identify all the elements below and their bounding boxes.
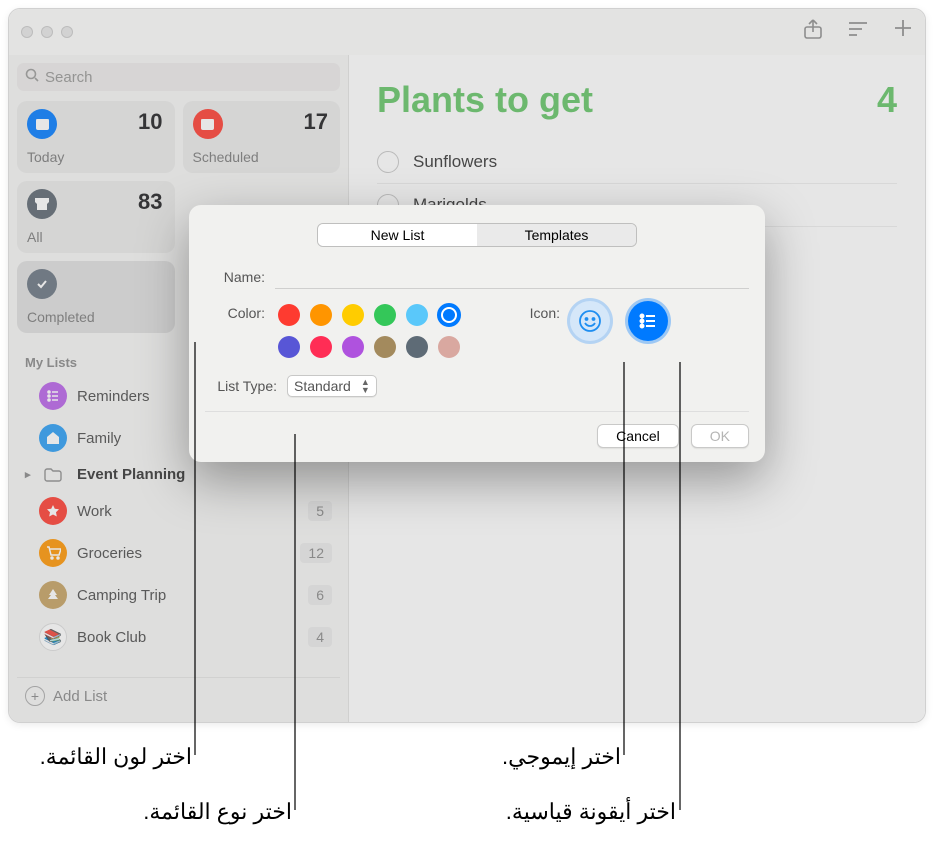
color-swatch[interactable] — [406, 336, 428, 358]
smart-list-today[interactable]: 10 Today — [17, 101, 175, 173]
card-label: All — [27, 229, 43, 245]
color-swatch[interactable] — [310, 336, 332, 358]
sidebar-list-book-club[interactable]: 📚 Book Club 4 — [17, 617, 340, 657]
share-icon[interactable] — [803, 18, 823, 46]
list-label: Groceries — [77, 545, 142, 562]
smart-list-scheduled[interactable]: 17 Scheduled — [183, 101, 341, 173]
color-swatch[interactable] — [374, 304, 396, 326]
color-swatch[interactable] — [278, 336, 300, 358]
dialog-tabs: New List Templates — [317, 223, 637, 247]
ok-button[interactable]: OK — [691, 424, 749, 448]
plus-icon: + — [25, 686, 45, 706]
card-icon — [27, 189, 57, 219]
list-count: 4 — [877, 79, 897, 121]
name-field[interactable] — [275, 265, 749, 289]
search-placeholder: Search — [45, 69, 93, 86]
icon-label: Icon: — [520, 301, 570, 321]
sort-icon[interactable] — [847, 18, 869, 46]
callout-choose-color: اختر لون القائمة. — [40, 744, 192, 770]
card-count: 17 — [304, 109, 328, 135]
color-swatch[interactable] — [342, 304, 364, 326]
add-list-button[interactable]: + Add List — [17, 677, 340, 714]
list-icon: 📚 — [39, 623, 67, 651]
reminder-title: Sunflowers — [413, 152, 497, 172]
list-count: 12 — [300, 543, 332, 563]
sidebar-list-work[interactable]: Work 5 — [17, 491, 340, 531]
smart-list-completed[interactable]: Completed — [17, 261, 175, 333]
list-type-value: Standard — [294, 378, 351, 394]
folder-icon — [39, 468, 67, 482]
callout-choose-type: اختر نوع القائمة. — [143, 799, 292, 825]
list-count: 4 — [308, 627, 332, 647]
list-label: Reminders — [77, 388, 150, 405]
name-label: Name: — [205, 265, 275, 285]
tab-new-list[interactable]: New List — [318, 224, 477, 246]
card-label: Today — [27, 149, 64, 165]
emoji-icon-button[interactable] — [570, 301, 610, 341]
color-swatch[interactable] — [438, 304, 460, 326]
card-icon — [193, 109, 223, 139]
color-swatch[interactable] — [342, 336, 364, 358]
card-count: 10 — [138, 109, 162, 135]
color-swatch[interactable] — [438, 336, 460, 358]
sidebar-list-camping-trip[interactable]: Camping Trip 6 — [17, 575, 340, 615]
select-arrows-icon: ▲▼ — [361, 378, 370, 394]
tab-templates[interactable]: Templates — [477, 224, 636, 246]
card-count: 83 — [138, 189, 162, 215]
list-icon — [39, 581, 67, 609]
list-label: Book Club — [77, 629, 146, 646]
add-list-label: Add List — [53, 688, 107, 705]
card-label: Completed — [27, 309, 95, 325]
standard-icon-button[interactable] — [628, 301, 668, 341]
callout-choose-emoji: اختر إيموجي. — [502, 744, 621, 770]
cancel-button[interactable]: Cancel — [597, 424, 679, 448]
card-icon — [27, 109, 57, 139]
zoom-window-icon[interactable] — [61, 26, 73, 38]
list-label: Camping Trip — [77, 587, 166, 604]
close-window-icon[interactable] — [21, 26, 33, 38]
app-window: Search 10 Today 17 Scheduled 83 All Comp… — [8, 8, 926, 723]
color-label: Color: — [205, 301, 275, 361]
color-swatches — [275, 301, 463, 361]
reminder-item[interactable]: Sunflowers — [377, 141, 897, 184]
list-label: Family — [77, 430, 121, 447]
card-icon — [27, 269, 57, 299]
search-icon — [25, 68, 39, 86]
list-title: Plants to get — [377, 79, 897, 121]
color-swatch[interactable] — [374, 336, 396, 358]
list-type-select[interactable]: Standard ▲▼ — [287, 375, 377, 397]
chevron-right-icon[interactable]: ▸ — [25, 468, 35, 481]
callout-choose-standard-icon: اختر أيقونة قياسية. — [506, 799, 676, 825]
color-swatch[interactable] — [278, 304, 300, 326]
new-list-dialog: New List Templates Name: Color: Icon: — [189, 205, 765, 462]
card-label: Scheduled — [193, 149, 259, 165]
list-icon — [39, 424, 67, 452]
list-label: Work — [77, 503, 112, 520]
search-input[interactable]: Search — [17, 63, 340, 91]
reminder-checkbox[interactable] — [377, 151, 399, 173]
list-label: Event Planning — [77, 466, 185, 483]
color-swatch[interactable] — [310, 304, 332, 326]
traffic-lights — [21, 26, 73, 38]
list-icon — [39, 497, 67, 525]
list-icon — [39, 539, 67, 567]
list-count: 5 — [308, 501, 332, 521]
sidebar-list-event-planning[interactable]: ▸ Event Planning — [17, 460, 340, 489]
list-count: 6 — [308, 585, 332, 605]
titlebar — [9, 9, 925, 55]
list-icon — [39, 382, 67, 410]
smart-list-all[interactable]: 83 All — [17, 181, 175, 253]
minimize-window-icon[interactable] — [41, 26, 53, 38]
color-swatch[interactable] — [406, 304, 428, 326]
list-type-label: List Type: — [205, 378, 287, 394]
sidebar-list-groceries[interactable]: Groceries 12 — [17, 533, 340, 573]
add-icon[interactable] — [893, 18, 913, 46]
